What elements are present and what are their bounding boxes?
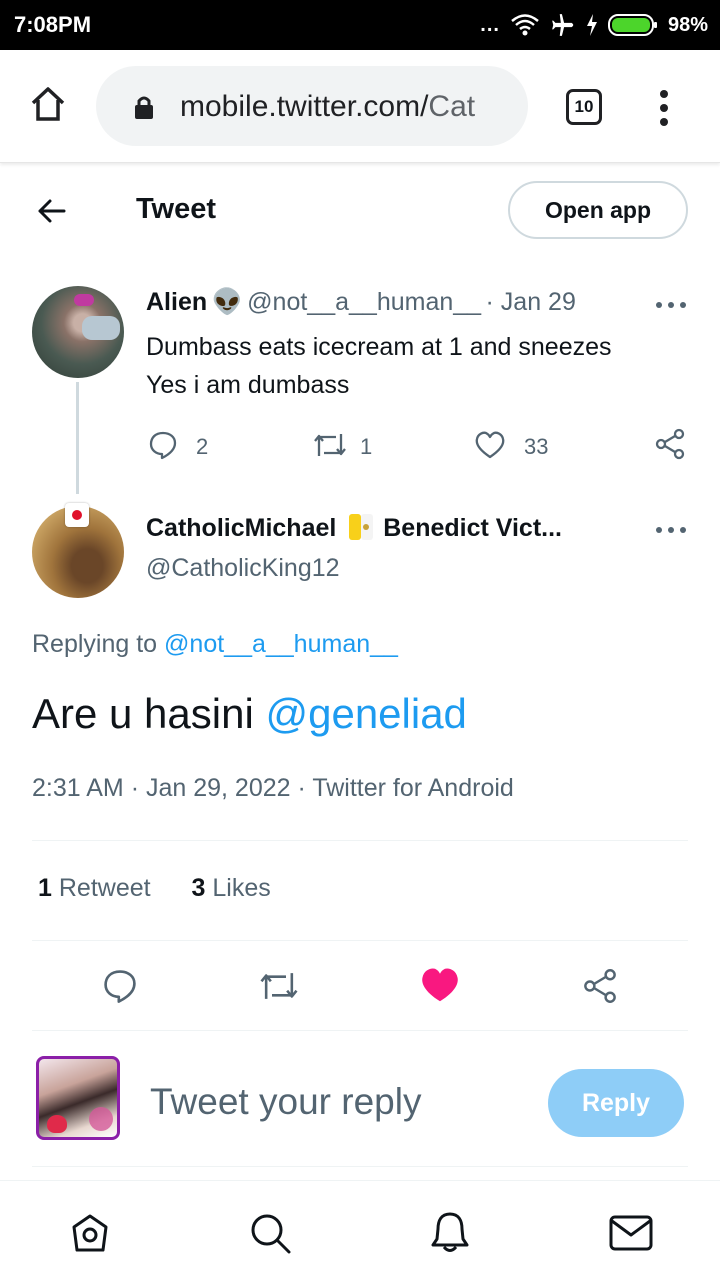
likes-stat[interactable]: 3 Likes <box>192 874 271 902</box>
like-stat-count: 3 <box>191 874 206 902</box>
home-icon[interactable] <box>28 84 68 124</box>
mention-link[interactable]: @geneliad <box>265 690 466 737</box>
replying-to: Replying to @not__a__human__ <box>32 630 398 659</box>
more-dots-icon: ... <box>480 13 500 36</box>
reply-icon[interactable] <box>102 968 138 1004</box>
back-arrow-icon[interactable] <box>36 196 66 226</box>
replying-to-handle[interactable]: @not__a__human__ <box>164 630 398 658</box>
like-stat-label: Likes <box>212 874 271 902</box>
browser-menu-icon[interactable] <box>652 88 676 128</box>
tweet-line: Dumbass eats icecream at 1 and sneezes <box>146 333 612 361</box>
vatican-flag-icon <box>348 514 373 540</box>
main-tweet-text: Are u hasini @geneliad <box>32 690 467 738</box>
divider <box>32 1166 688 1167</box>
user-avatar[interactable] <box>36 1056 120 1140</box>
notifications-bell-icon[interactable] <box>428 1209 472 1255</box>
author-handle[interactable]: @CatholicKing12 <box>146 554 340 583</box>
divider <box>32 840 688 841</box>
page-title: Tweet <box>136 193 217 225</box>
replying-to-label: Replying to <box>32 630 165 658</box>
divider <box>32 940 688 941</box>
author-name-suffix[interactable]: Benedict Vict... <box>383 514 562 542</box>
reply-button[interactable]: Reply <box>548 1069 684 1137</box>
avatar-badge <box>65 503 89 527</box>
tweet-date[interactable]: · Jan 29 <box>486 288 576 316</box>
battery-percent: 98% <box>667 13 708 36</box>
retweet-stat-count: 1 <box>38 874 52 902</box>
charging-icon <box>586 14 597 36</box>
retweets-stat[interactable]: 1 Retweet <box>38 874 151 902</box>
retweet-icon[interactable] <box>312 430 348 460</box>
retweet-stat-label: Retweet <box>58 874 151 902</box>
wifi-icon <box>511 14 539 36</box>
author-handle[interactable]: @not__a__human__ <box>247 288 481 316</box>
author-name[interactable]: Alien <box>146 288 207 316</box>
avatar-alien[interactable] <box>32 286 124 378</box>
tweet-metadata: 2:31 AM · Jan 29, 2022 · Twitter for And… <box>32 774 514 803</box>
airplane-icon <box>552 14 574 36</box>
reply-input[interactable]: Tweet your reply <box>150 1081 421 1123</box>
reply-count: 2 <box>196 434 209 459</box>
main-tweet-author: CatholicMichael Benedict Vict... <box>146 514 562 543</box>
divider <box>32 1030 688 1031</box>
status-icons: ... 98% <box>480 12 708 38</box>
messages-icon[interactable] <box>608 1213 654 1253</box>
tweet-source[interactable]: Twitter for Android <box>312 774 513 802</box>
like-icon[interactable] <box>474 430 506 460</box>
like-count: 33 <box>524 434 549 459</box>
reply-icon[interactable] <box>148 430 178 460</box>
battery-icon <box>607 14 657 36</box>
separator: · <box>297 774 306 802</box>
status-bar: 7:08PM ... 98% <box>0 0 720 50</box>
tweet-time[interactable]: 2:31 AM <box>32 774 124 802</box>
alien-emoji: 👽 <box>211 288 243 316</box>
more-options-icon[interactable] <box>654 300 688 310</box>
share-icon[interactable] <box>654 428 686 460</box>
tweet-line: Yes i am dumbass <box>146 371 350 399</box>
tab-switcher-button[interactable]: 10 <box>566 89 602 125</box>
search-icon[interactable] <box>248 1211 292 1255</box>
author-name[interactable]: CatholicMichael <box>146 514 336 542</box>
browser-toolbar: mobile.twitter.com/Cat 10 <box>0 50 720 163</box>
tweet-text: Are u hasini <box>32 690 266 737</box>
more-options-icon[interactable] <box>654 525 688 535</box>
tweet-date[interactable]: Jan 29, 2022 <box>146 774 291 802</box>
url-text[interactable]: mobile.twitter.com/Cat <box>180 90 510 124</box>
status-time: 7:08PM <box>14 12 92 37</box>
parent-tweet-text: Dumbass eats icecream at 1 and sneezes Y… <box>146 328 612 404</box>
lock-icon <box>135 96 153 119</box>
parent-tweet-header: Alien 👽 @not__a__human__ · Jan 29 <box>146 288 576 317</box>
retweet-icon[interactable] <box>258 968 300 1004</box>
thread-line <box>76 382 79 494</box>
retweet-count: 1 <box>360 434 373 459</box>
share-icon[interactable] <box>582 968 618 1004</box>
liked-heart-icon[interactable] <box>420 966 460 1004</box>
separator: · <box>130 774 140 802</box>
home-icon[interactable] <box>68 1211 112 1255</box>
bottom-navigation <box>0 1180 720 1281</box>
open-app-button[interactable]: Open app <box>508 181 688 239</box>
engagement-stats: 1 Retweet 3 Likes <box>38 874 271 903</box>
